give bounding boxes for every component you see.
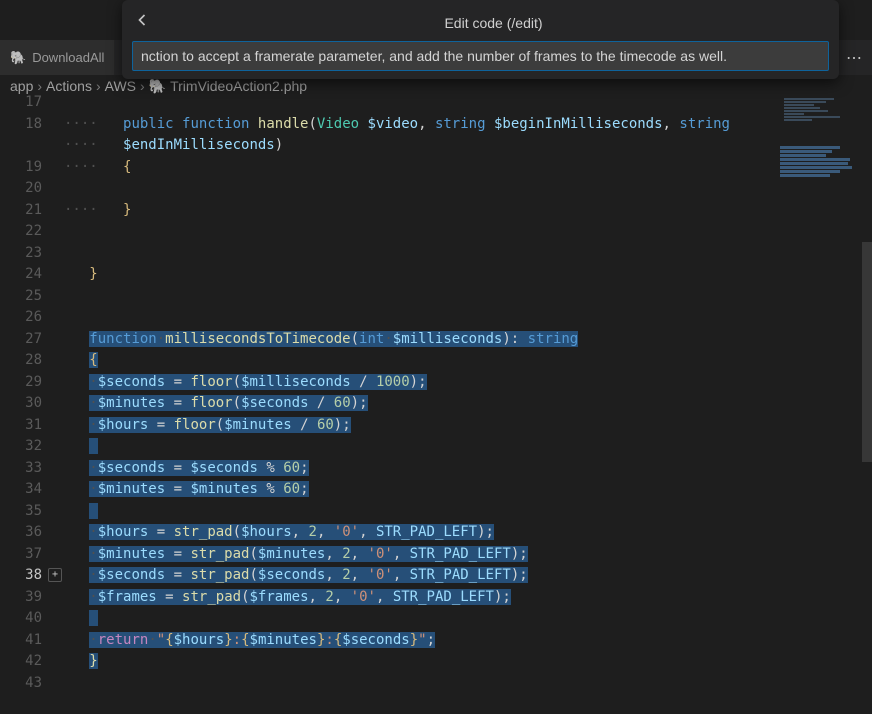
tab-label: DownloadAll bbox=[32, 50, 104, 65]
code-line[interactable]: } bbox=[64, 651, 775, 673]
php-file-icon: 🐘 bbox=[149, 78, 166, 95]
code-line[interactable] bbox=[64, 501, 775, 523]
code-line[interactable]: ···· public function handle(Video $video… bbox=[64, 114, 775, 136]
line-number: 26 bbox=[0, 307, 62, 329]
line-number: 39 bbox=[0, 587, 62, 609]
line-number: 41 bbox=[0, 630, 62, 652]
code-line[interactable]: ·$seconds = $seconds % 60; bbox=[64, 458, 775, 480]
code-line[interactable]: ···· } bbox=[64, 200, 775, 222]
code-line[interactable]: } bbox=[64, 264, 775, 286]
minimap[interactable] bbox=[778, 92, 872, 714]
code-line[interactable]: ·$hours = str_pad($hours, 2, '0', STR_PA… bbox=[64, 522, 775, 544]
php-file-icon: 🐘 bbox=[10, 50, 26, 66]
chevron-right-icon: › bbox=[96, 78, 101, 94]
dialog-title: Edit code (/edit) bbox=[158, 15, 829, 31]
line-number: 27 bbox=[0, 329, 62, 351]
line-number: 28 bbox=[0, 350, 62, 372]
code-content[interactable]: ···· public function handle(Video $video… bbox=[64, 92, 775, 694]
breadcrumb-segment[interactable]: app bbox=[10, 78, 33, 94]
line-number: 32 bbox=[0, 436, 62, 458]
breadcrumb-segment[interactable]: Actions bbox=[46, 78, 92, 94]
line-number: 19 bbox=[0, 157, 62, 179]
line-number-gutter: 1718192021222324252627282930313233343536… bbox=[0, 92, 62, 694]
dialog-header: Edit code (/edit) bbox=[132, 6, 829, 41]
code-line[interactable] bbox=[64, 436, 775, 458]
line-number: 23 bbox=[0, 243, 62, 265]
line-number: 18 bbox=[0, 114, 62, 136]
code-line[interactable] bbox=[64, 221, 775, 243]
more-actions-icon[interactable]: ⋯ bbox=[836, 48, 872, 68]
line-number: 35 bbox=[0, 501, 62, 523]
code-line[interactable] bbox=[64, 243, 775, 265]
line-number: 29 bbox=[0, 372, 62, 394]
code-line[interactable] bbox=[64, 178, 775, 200]
code-line[interactable]: ·$seconds = str_pad($seconds, 2, '0', ST… bbox=[64, 565, 775, 587]
code-line[interactable] bbox=[64, 608, 775, 630]
code-line[interactable]: ·$minutes = floor($seconds / 60); bbox=[64, 393, 775, 415]
vertical-scrollbar[interactable] bbox=[862, 92, 872, 714]
line-number: 25 bbox=[0, 286, 62, 308]
edit-code-dialog: Edit code (/edit) bbox=[122, 0, 839, 79]
back-arrow-icon[interactable] bbox=[132, 10, 152, 35]
code-line[interactable]: ·$minutes = str_pad($minutes, 2, '0', ST… bbox=[64, 544, 775, 566]
code-line[interactable]: function·millisecondsToTimecode(int·$mil… bbox=[64, 329, 775, 351]
line-number: 38+ bbox=[0, 565, 62, 587]
line-number: 24 bbox=[0, 264, 62, 286]
line-number: 30 bbox=[0, 393, 62, 415]
scrollbar-thumb[interactable] bbox=[862, 242, 872, 462]
line-number: 37 bbox=[0, 544, 62, 566]
tab-download-all[interactable]: 🐘 DownloadAll bbox=[0, 40, 114, 75]
code-line[interactable]: ·$minutes = $minutes % 60; bbox=[64, 479, 775, 501]
edit-code-input[interactable] bbox=[132, 41, 829, 71]
line-number: 36 bbox=[0, 522, 62, 544]
code-line[interactable]: ·return·"{$hours}:{$minutes}:{$seconds}"… bbox=[64, 630, 775, 652]
code-line[interactable]: ···· { bbox=[64, 157, 775, 179]
breadcrumb-file[interactable]: TrimVideoAction2.php bbox=[170, 78, 307, 94]
line-number: 20 bbox=[0, 178, 62, 200]
line-number: 43 bbox=[0, 673, 62, 695]
add-line-icon[interactable]: + bbox=[48, 568, 62, 582]
code-line[interactable] bbox=[64, 673, 775, 695]
code-line[interactable]: ·$frames = str_pad($frames, 2, '0', STR_… bbox=[64, 587, 775, 609]
code-line[interactable]: ·$hours = floor($minutes / 60); bbox=[64, 415, 775, 437]
code-line[interactable] bbox=[64, 286, 775, 308]
line-number: 40 bbox=[0, 608, 62, 630]
line-number: 33 bbox=[0, 458, 62, 480]
code-editor[interactable]: 1718192021222324252627282930313233343536… bbox=[0, 92, 775, 714]
line-number: 42 bbox=[0, 651, 62, 673]
code-line[interactable]: { bbox=[64, 350, 775, 372]
code-line[interactable]: ···· $endInMilliseconds) bbox=[64, 135, 775, 157]
line-number: 31 bbox=[0, 415, 62, 437]
chevron-right-icon: › bbox=[37, 78, 42, 94]
breadcrumb-segment[interactable]: AWS bbox=[105, 78, 136, 94]
chevron-right-icon: › bbox=[140, 78, 145, 94]
line-number: 22 bbox=[0, 221, 62, 243]
line-number: 21 bbox=[0, 200, 62, 222]
code-line[interactable]: ·$seconds = floor($milliseconds / 1000); bbox=[64, 372, 775, 394]
line-number: 34 bbox=[0, 479, 62, 501]
code-line[interactable] bbox=[64, 307, 775, 329]
